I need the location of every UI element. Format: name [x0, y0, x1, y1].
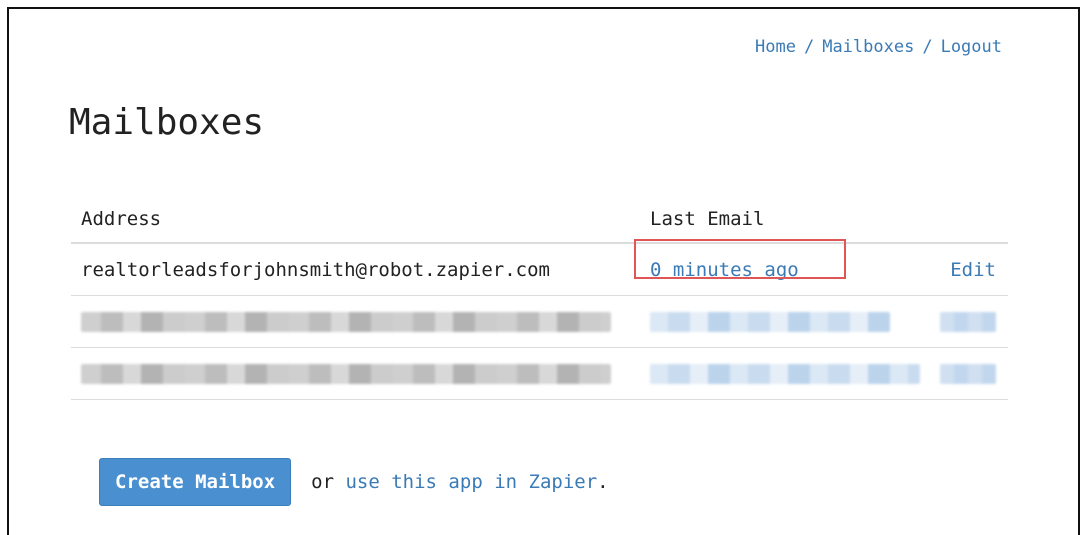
address-column-header: Address — [81, 208, 162, 230]
table-row — [71, 348, 1008, 400]
breadcrumb-separator: / — [803, 37, 815, 57]
breadcrumb-logout-link[interactable]: Logout — [941, 37, 1002, 57]
period-text: . — [597, 471, 609, 493]
table-header-row: Address Last Email — [71, 199, 1008, 244]
redacted-address — [71, 363, 634, 384]
breadcrumb-mailboxes-link[interactable]: Mailboxes — [822, 37, 914, 57]
table-row: realtorleadsforjohnsmith@robot.zapier.co… — [71, 238, 1008, 296]
use-app-in-zapier-link[interactable]: use this app in Zapier — [345, 471, 597, 493]
or-text: or — [311, 471, 346, 493]
redacted-edit-link[interactable] — [934, 363, 1008, 384]
mailboxes-table: Address Last Email realtorleadsforjohnsm… — [71, 199, 1008, 400]
table-row — [71, 296, 1008, 348]
breadcrumb-separator: / — [922, 37, 933, 57]
last-email-column-header: Last Email — [650, 208, 765, 230]
redacted-edit-link[interactable] — [934, 311, 1008, 332]
redacted-last-email — [634, 311, 934, 332]
actions-row: Create Mailbox or use this app in Zapier… — [99, 458, 609, 506]
last-email-cell: 0 minutes ago — [634, 238, 934, 281]
mailbox-address: realtorleadsforjohnsmith@robot.zapier.co… — [81, 258, 550, 281]
or-text-group: or use this app in Zapier. — [311, 471, 608, 493]
redacted-last-email — [634, 363, 934, 384]
app-frame: Home / Mailboxes / Logout Mailboxes Addr… — [7, 7, 1080, 535]
redacted-address — [71, 311, 634, 332]
breadcrumb-home-link[interactable]: Home — [755, 37, 796, 57]
create-mailbox-button[interactable]: Create Mailbox — [99, 458, 292, 506]
page-title: Mailboxes — [69, 102, 265, 143]
edit-link[interactable]: Edit — [934, 259, 1008, 281]
last-email-link[interactable]: 0 minutes ago — [650, 259, 799, 281]
breadcrumb: Home / Mailboxes / Logout — [755, 37, 1002, 57]
